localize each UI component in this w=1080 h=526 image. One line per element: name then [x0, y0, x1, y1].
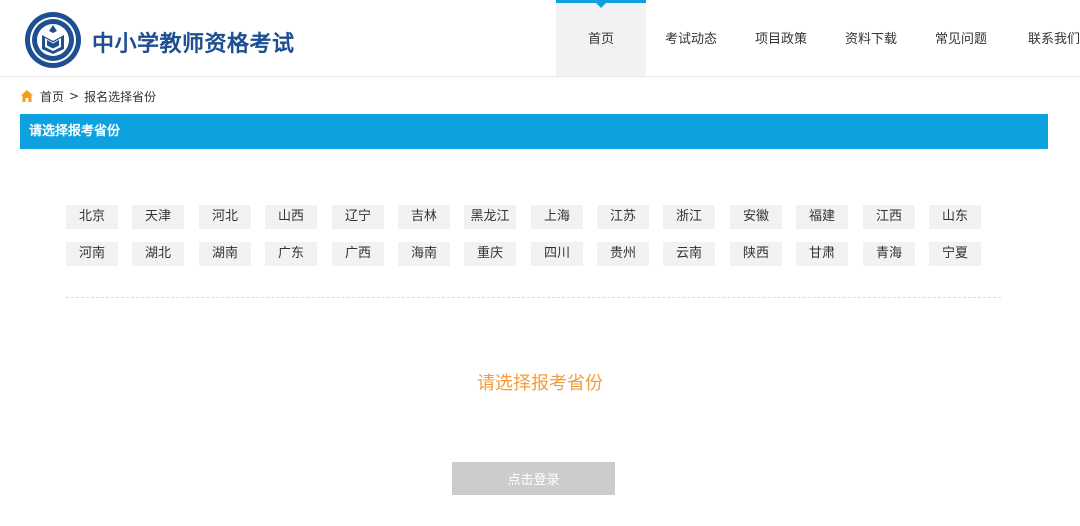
- login-button[interactable]: 点击登录: [452, 462, 615, 495]
- province-option[interactable]: 湖南: [199, 242, 251, 266]
- province-option[interactable]: 北京: [66, 205, 118, 229]
- section-divider: [66, 297, 1001, 298]
- nav-item-downloads[interactable]: 资料下载: [826, 0, 916, 76]
- province-option[interactable]: 江苏: [597, 205, 649, 229]
- nav-item-exam-news[interactable]: 考试动态: [646, 0, 736, 76]
- province-option[interactable]: 甘肃: [796, 242, 848, 266]
- province-option[interactable]: 重庆: [464, 242, 516, 266]
- province-option[interactable]: 浙江: [663, 205, 715, 229]
- province-option[interactable]: 云南: [663, 242, 715, 266]
- province-option[interactable]: 贵州: [597, 242, 649, 266]
- province-option[interactable]: 陕西: [730, 242, 782, 266]
- province-option[interactable]: 广东: [265, 242, 317, 266]
- province-option[interactable]: 福建: [796, 205, 848, 229]
- banner-title: 请选择报考省份: [29, 124, 121, 139]
- province-option[interactable]: 上海: [531, 205, 583, 229]
- site-header: 中小学教师资格考试 首页 考试动态 项目政策 资料下载 常见问题 联系我们: [0, 0, 1080, 77]
- breadcrumb-home-link[interactable]: 首页: [40, 88, 64, 105]
- province-option[interactable]: 海南: [398, 242, 450, 266]
- province-option[interactable]: 山西: [265, 205, 317, 229]
- province-option[interactable]: 湖北: [132, 242, 184, 266]
- province-option[interactable]: 天津: [132, 205, 184, 229]
- province-option[interactable]: 四川: [531, 242, 583, 266]
- province-option[interactable]: 宁夏: [929, 242, 981, 266]
- breadcrumb: 首页 > 报名选择省份: [20, 87, 156, 105]
- home-icon: [21, 90, 33, 102]
- province-option[interactable]: 安徽: [730, 205, 782, 229]
- exam-seal-logo-icon[interactable]: [24, 11, 82, 69]
- breadcrumb-current: 报名选择省份: [84, 89, 157, 104]
- province-option[interactable]: 山东: [929, 205, 981, 229]
- section-banner: 请选择报考省份: [20, 114, 1048, 149]
- select-province-prompt: 请选择报考省份: [477, 373, 603, 394]
- nav-item-home[interactable]: 首页: [556, 0, 646, 76]
- province-option[interactable]: 黑龙江: [464, 205, 516, 229]
- breadcrumb-separator: >: [69, 89, 80, 103]
- province-option[interactable]: 广西: [332, 242, 384, 266]
- province-option[interactable]: 河南: [66, 242, 118, 266]
- province-option[interactable]: 河北: [199, 205, 251, 229]
- province-option[interactable]: 辽宁: [332, 205, 384, 229]
- province-option[interactable]: 吉林: [398, 205, 450, 229]
- nav-item-faq[interactable]: 常见问题: [916, 0, 1006, 76]
- province-option[interactable]: 江西: [863, 205, 915, 229]
- nav-item-contact[interactable]: 联系我们: [1006, 0, 1080, 76]
- site-title: 中小学教师资格考试: [92, 32, 295, 57]
- nav-item-policy[interactable]: 项目政策: [736, 0, 826, 76]
- province-option[interactable]: 青海: [863, 242, 915, 266]
